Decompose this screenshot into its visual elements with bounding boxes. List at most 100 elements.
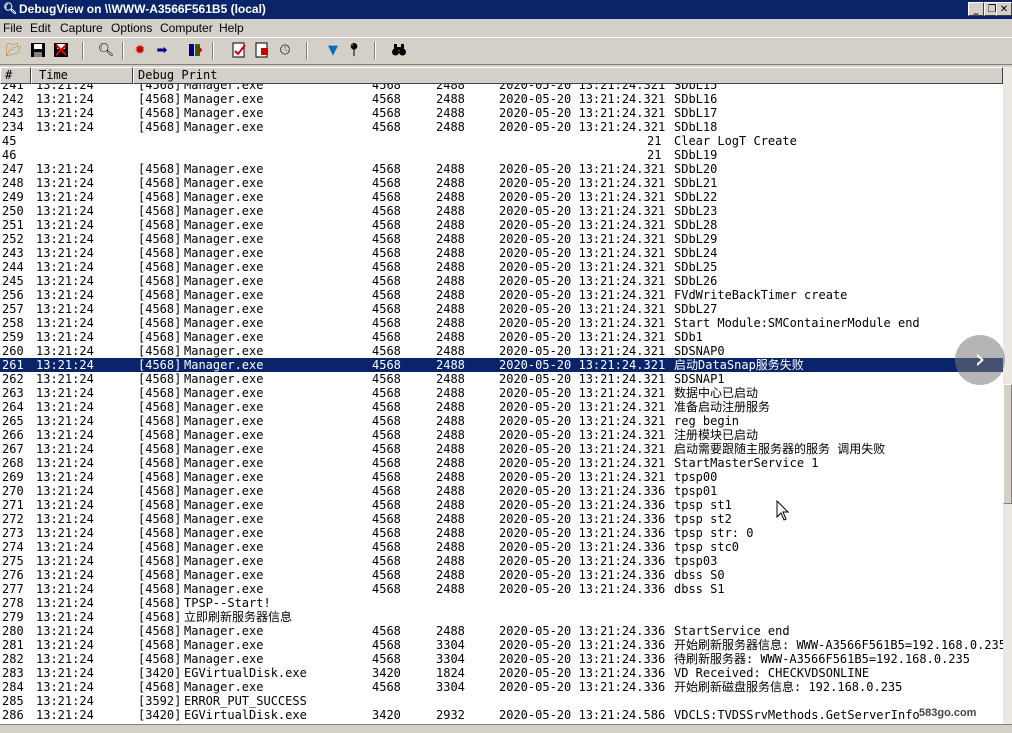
row-pid-value: 4568	[372, 260, 401, 274]
app-search-icon: 🔍︎	[3, 3, 17, 15]
close-button[interactable]: ✕	[996, 2, 1012, 16]
edit-icon[interactable]	[253, 42, 271, 60]
table-row[interactable]: 241 13:21:24 [4568] Manager.exe 4568 2488 2020…	[0, 84, 1003, 92]
table-row[interactable]: 279 13:21:24 [4568] 立即刷新服务器信息	[0, 610, 1003, 624]
table-row[interactable]: 270 13:21:24 [4568] Manager.exe 4568 2488 2020…	[0, 484, 1003, 498]
menu-file[interactable]: File	[3, 21, 22, 35]
log-list[interactable]: 241 13:21:24 [4568] Manager.exe 4568 2488 2020…	[0, 84, 1003, 724]
table-row[interactable]: 285 13:21:24 [3592] ERROR_PUT_SUCCESS	[0, 694, 1003, 708]
table-row[interactable]: 260 13:21:24 [4568] Manager.exe 4568 2488 2020…	[0, 344, 1003, 358]
minimize-button[interactable]: _	[968, 2, 984, 16]
table-row-selected[interactable]: 261 13:21:24 [4568] Manager.exe 4568 2488 2020…	[0, 358, 1003, 372]
menu-help[interactable]: Help	[219, 21, 244, 35]
history-icon[interactable]: 🕓︎	[276, 42, 294, 60]
table-row[interactable]: 247 13:21:24 [4568] Manager.exe 4568 2488 2020…	[0, 162, 1003, 176]
table-row[interactable]: 281 13:21:24 [4568] Manager.exe 4568 3304 2020…	[0, 638, 1003, 652]
row-message: SDbL20	[674, 162, 718, 176]
table-row[interactable]: 266 13:21:24 [4568] Manager.exe 4568 2488 2020…	[0, 428, 1003, 442]
table-row[interactable]: 250 13:21:24 [4568] Manager.exe 4568 2488 2020…	[0, 204, 1003, 218]
table-row[interactable]: 263 13:21:24 [4568] Manager.exe 4568 2488 2020…	[0, 386, 1003, 400]
column-header-debug-print[interactable]: Debug Print	[133, 67, 1003, 84]
table-row[interactable]: 262 13:21:24 [4568] Manager.exe 4568 2488 2020…	[0, 372, 1003, 386]
row-time: 13:21:24	[36, 316, 94, 330]
table-row[interactable]: 276 13:21:24 [4568] Manager.exe 4568 2488 2020…	[0, 568, 1003, 582]
table-row[interactable]: 280 13:21:24 [4568] Manager.exe 4568 2488 2020…	[0, 624, 1003, 638]
clear-icon[interactable]	[230, 42, 248, 60]
save-icon[interactable]	[29, 42, 47, 60]
table-row[interactable]: 244 13:21:24 [4568] Manager.exe 4568 2488 2020…	[0, 260, 1003, 274]
row-datetime: 2020-05-20 13:21:24.336	[499, 554, 666, 568]
row-tid: 2488	[436, 582, 465, 596]
horizontal-scrollbar[interactable]	[0, 724, 1012, 733]
open-icon[interactable]: 📂︎	[5, 42, 23, 60]
table-row[interactable]: 249 13:21:24 [4568] Manager.exe 4568 2488 2020…	[0, 190, 1003, 204]
table-row[interactable]: 273 13:21:24 [4568] Manager.exe 4568 2488 2020…	[0, 526, 1003, 540]
table-row[interactable]: 269 13:21:24 [4568] Manager.exe 4568 2488 2020…	[0, 470, 1003, 484]
highlight-icon[interactable]: ▼	[324, 42, 342, 60]
table-row[interactable]: 248 13:21:24 [4568] Manager.exe 4568 2488 2020…	[0, 176, 1003, 190]
autoscroll-icon[interactable]: ➡	[153, 42, 171, 60]
table-row[interactable]: 284 13:21:24 [4568] Manager.exe 4568 3304 2020…	[0, 680, 1003, 694]
column-header-time[interactable]: Time	[31, 67, 133, 84]
table-row[interactable]: 272 13:21:24 [4568] Manager.exe 4568 2488 2020…	[0, 512, 1003, 526]
row-message: SDbL22	[674, 190, 718, 204]
menu-options[interactable]: Options	[111, 21, 152, 35]
capture-icon[interactable]: ✹	[131, 42, 149, 60]
row-pid-value: 4568	[372, 232, 401, 246]
next-arrow-button[interactable]: ›	[955, 335, 1005, 385]
table-row[interactable]: 259 13:21:24 [4568] Manager.exe 4568 2488 2020…	[0, 330, 1003, 344]
table-row[interactable]: 267 13:21:24 [4568] Manager.exe 4568 2488 2020…	[0, 442, 1003, 456]
pin-icon[interactable]: 📍︎	[345, 42, 363, 60]
vertical-scrollbar[interactable]	[1003, 67, 1012, 724]
row-tid: 2488	[436, 84, 465, 92]
table-row[interactable]: 243 13:21:24 [4568] Manager.exe 4568 2488 2020…	[0, 246, 1003, 260]
row-time: 13:21:24	[36, 498, 94, 512]
row-datetime: 2020-05-20 13:21:24.321	[499, 442, 666, 456]
row-pid-value: 4568	[372, 218, 401, 232]
table-row[interactable]: 252 13:21:24 [4568] Manager.exe 4568 2488 2020…	[0, 232, 1003, 246]
search-binoculars-icon[interactable]	[390, 42, 408, 60]
row-datetime: 21	[647, 134, 662, 148]
table-row[interactable]: 282 13:21:24 [4568] Manager.exe 4568 3304 2020…	[0, 652, 1003, 666]
table-row[interactable]: 264 13:21:24 [4568] Manager.exe 4568 2488 2020…	[0, 400, 1003, 414]
column-header-number[interactable]: #	[0, 67, 31, 84]
row-message: SDbL21	[674, 176, 718, 190]
table-row[interactable]: 265 13:21:24 [4568] Manager.exe 4568 2488 2020…	[0, 414, 1003, 428]
menu-capture[interactable]: Capture	[60, 21, 103, 35]
table-row[interactable]: 268 13:21:24 [4568] Manager.exe 4568 2488 2020…	[0, 456, 1003, 470]
table-row[interactable]: 278 13:21:24 [4568] TPSP--Start!	[0, 596, 1003, 610]
row-number: 243	[2, 246, 24, 260]
row-datetime: 2020-05-20 13:21:24.321	[499, 470, 666, 484]
table-row[interactable]: 275 13:21:24 [4568] Manager.exe 4568 2488 2020…	[0, 554, 1003, 568]
row-time: 13:21:24	[36, 358, 94, 372]
clear-save-icon[interactable]	[52, 42, 70, 60]
menu-computer[interactable]: Computer	[160, 21, 213, 35]
row-pid-value: 3420	[372, 708, 401, 722]
row-pid-value: 4568	[372, 344, 401, 358]
table-row[interactable]: 256 13:21:24 [4568] Manager.exe 4568 2488 2020…	[0, 288, 1003, 302]
table-row[interactable]: 271 13:21:24 [4568] Manager.exe 4568 2488 2020…	[0, 498, 1003, 512]
menu-edit[interactable]: Edit	[30, 21, 51, 35]
table-row[interactable]: 283 13:21:24 [3420] EGVirtualDisk.exe 3420 18…	[0, 666, 1003, 680]
filter-icon[interactable]	[186, 42, 204, 60]
table-row[interactable]: 258 13:21:24 [4568] Manager.exe 4568 2488 2020…	[0, 316, 1003, 330]
row-pid: [4568]	[138, 582, 182, 596]
table-row[interactable]: 251 13:21:24 [4568] Manager.exe 4568 2488 2020…	[0, 218, 1003, 232]
table-row[interactable]: 274 13:21:24 [4568] Manager.exe 4568 2488 2020…	[0, 540, 1003, 554]
row-process: Manager.exe	[184, 540, 264, 554]
table-row[interactable]: 45 21 Clear LogT Create	[0, 134, 1003, 148]
find-icon[interactable]: 🔍︎	[97, 42, 115, 60]
row-tid: 2488	[436, 316, 465, 330]
table-row[interactable]: 245 13:21:24 [4568] Manager.exe 4568 2488 2020…	[0, 274, 1003, 288]
table-row[interactable]: 257 13:21:24 [4568] Manager.exe 4568 2488 2020…	[0, 302, 1003, 316]
row-time: 13:21:24	[36, 386, 94, 400]
table-row[interactable]: 277 13:21:24 [4568] Manager.exe 4568 2488 2020…	[0, 582, 1003, 596]
table-row[interactable]: 242 13:21:24 [4568] Manager.exe 4568 2488 2020…	[0, 92, 1003, 106]
row-time: 13:21:24	[36, 484, 94, 498]
row-datetime: 2020-05-20 13:21:24.321	[499, 232, 666, 246]
table-row[interactable]: 243 13:21:24 [4568] Manager.exe 4568 2488 2020…	[0, 106, 1003, 120]
table-row[interactable]: 46 21 SDbL19	[0, 148, 1003, 162]
scrollbar-thumb[interactable]	[1003, 384, 1012, 504]
table-row[interactable]: 286 13:21:24 [3420] EGVirtualDisk.exe 3420 29…	[0, 708, 1003, 722]
table-row[interactable]: 234 13:21:24 [4568] Manager.exe 4568 2488 2020…	[0, 120, 1003, 134]
